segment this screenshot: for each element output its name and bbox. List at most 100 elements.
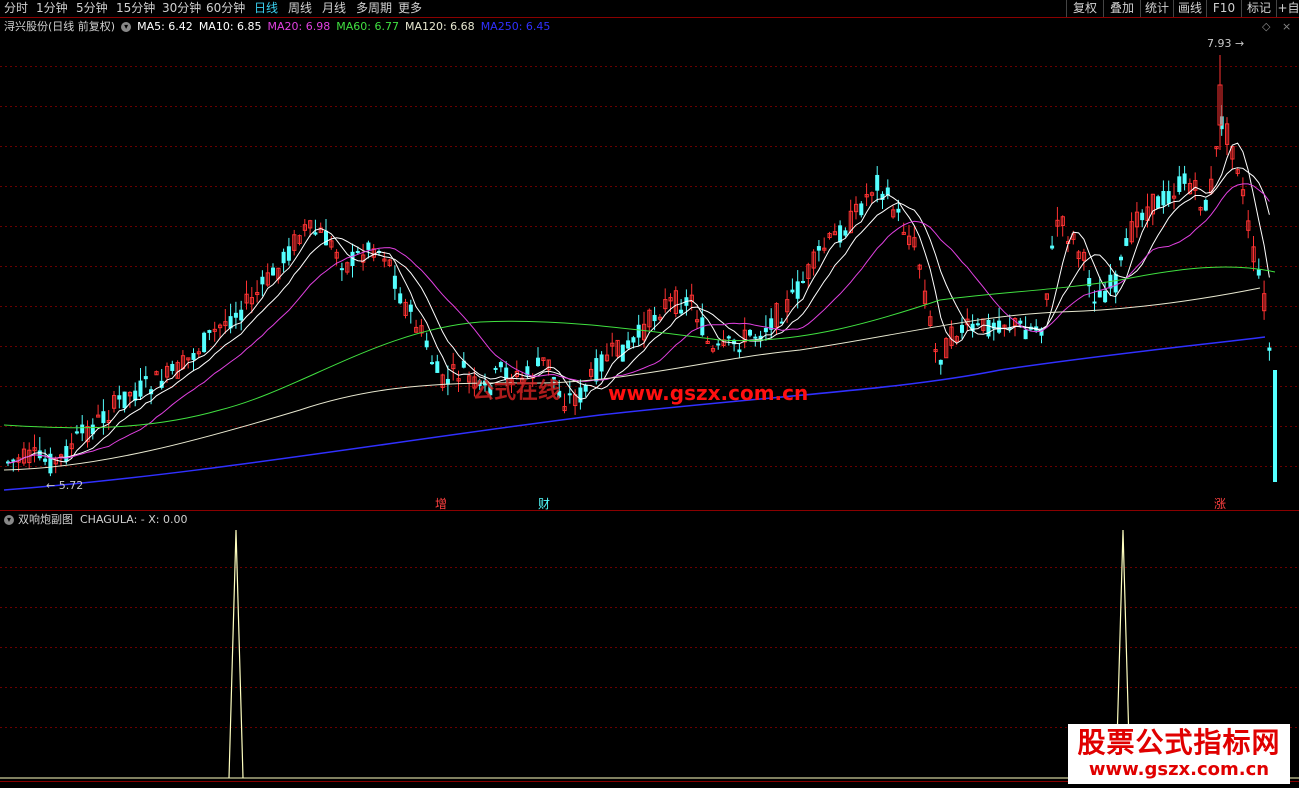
ma5-line bbox=[7, 142, 1270, 464]
watermark-cn: 公式在线 bbox=[472, 379, 561, 404]
low-price-label: ← 5.72 bbox=[46, 479, 84, 492]
candle-body bbox=[430, 362, 434, 365]
candle-body bbox=[286, 246, 291, 261]
candle-body bbox=[281, 251, 286, 264]
candle-body bbox=[37, 450, 42, 459]
candle-body bbox=[64, 446, 69, 462]
candle-body bbox=[1023, 329, 1028, 340]
candle-body bbox=[271, 267, 275, 276]
candle-body bbox=[1103, 290, 1108, 303]
high-price-label: 7.93 → bbox=[1207, 37, 1245, 50]
candle-body bbox=[1050, 245, 1055, 249]
sub-indicator-title[interactable]: 双响炮副图 bbox=[18, 513, 73, 526]
candle-body bbox=[239, 309, 244, 321]
logo-title: 股票公式指标网 bbox=[1077, 726, 1281, 759]
ma-legend-item: MA10: 6.85 bbox=[198, 20, 262, 33]
zhang-marker: 涨 bbox=[1214, 497, 1227, 511]
candle-body bbox=[1092, 301, 1097, 304]
candle-body bbox=[578, 387, 583, 403]
sub-settings-circle-icon[interactable]: ▾ bbox=[4, 515, 14, 525]
candle-body bbox=[1124, 238, 1129, 246]
candle-body bbox=[435, 361, 440, 373]
candle-body bbox=[170, 363, 175, 371]
candle-body bbox=[233, 312, 238, 318]
candle-body bbox=[599, 354, 604, 372]
candle-body bbox=[324, 230, 328, 246]
candle-body bbox=[1119, 256, 1123, 261]
cai-marker: 财 bbox=[538, 497, 551, 511]
candle-body bbox=[207, 330, 212, 333]
candle-body bbox=[43, 458, 48, 462]
sub-indicator-values: CHAGULA: - X: 0.00 bbox=[80, 513, 188, 526]
candle-body bbox=[1267, 347, 1272, 351]
candle-body bbox=[408, 304, 413, 312]
candle-body bbox=[117, 395, 122, 400]
candle-body bbox=[101, 411, 106, 424]
candle-body bbox=[737, 349, 742, 353]
candle-body bbox=[493, 367, 498, 370]
candle-body bbox=[138, 380, 143, 397]
candle-body bbox=[986, 319, 991, 337]
candle-body bbox=[1273, 370, 1277, 482]
candle-body bbox=[716, 343, 721, 346]
candle-body bbox=[1256, 269, 1261, 276]
candle-body bbox=[313, 232, 318, 235]
candle-body bbox=[366, 242, 371, 250]
candle-body bbox=[726, 336, 731, 339]
candle-body bbox=[567, 393, 572, 396]
candle-body bbox=[260, 276, 265, 285]
candle-body bbox=[896, 208, 901, 213]
candle-body bbox=[424, 340, 429, 348]
candle-body bbox=[975, 323, 980, 326]
zeng-marker: 增 bbox=[435, 497, 448, 511]
sub-legend: ▾ 双响炮副图 CHAGULA: - X: 0.00 bbox=[4, 512, 187, 528]
candle-body bbox=[960, 324, 964, 333]
candle-body bbox=[748, 329, 752, 336]
ma120-line bbox=[3, 287, 1261, 471]
candle-body bbox=[636, 324, 641, 338]
candle-body bbox=[626, 340, 631, 349]
candle-body bbox=[790, 289, 795, 293]
candle-body bbox=[816, 246, 821, 251]
candle-body bbox=[795, 281, 800, 299]
candle-body bbox=[498, 362, 503, 368]
candle-body bbox=[631, 337, 636, 343]
candle-body bbox=[1140, 212, 1145, 221]
candle-body bbox=[339, 268, 344, 271]
ma-legend-item: MA250: 6.45 bbox=[480, 20, 551, 33]
settings-circle-icon[interactable]: ▾ bbox=[121, 22, 132, 32]
candle-body bbox=[652, 314, 657, 322]
candle-body bbox=[583, 384, 588, 392]
candle-body bbox=[843, 230, 848, 236]
watermark-url: www.gszx.com.cn bbox=[608, 381, 809, 405]
candle-body bbox=[885, 187, 890, 196]
close-icon[interactable]: × bbox=[1282, 19, 1291, 35]
candle-body bbox=[74, 431, 79, 434]
candle-body bbox=[679, 309, 684, 314]
ma-legend-item: MA60: 6.77 bbox=[336, 20, 399, 33]
ma-legend-item: MA20: 6.98 bbox=[267, 20, 331, 33]
candle-body bbox=[1161, 190, 1166, 206]
candle-body bbox=[1182, 173, 1187, 184]
site-logo: 股票公式指标网 www.gszx.com.cn bbox=[1068, 724, 1290, 784]
candle-body bbox=[1156, 196, 1161, 209]
diamond-icon[interactable]: ◇ bbox=[1262, 19, 1270, 35]
candle-body bbox=[191, 353, 196, 360]
candle-body bbox=[536, 357, 540, 367]
candle-body bbox=[1113, 273, 1118, 293]
candle-body bbox=[801, 280, 805, 283]
candle-body bbox=[1177, 176, 1182, 192]
candle-body bbox=[398, 293, 403, 304]
candle-body bbox=[753, 336, 758, 339]
candle-body bbox=[763, 327, 768, 333]
candle-body bbox=[1166, 191, 1171, 204]
candle-body bbox=[392, 275, 397, 289]
stock-title[interactable]: 浔兴股份(日线 前复权) bbox=[4, 20, 115, 33]
candle-body bbox=[143, 376, 148, 380]
candle-body bbox=[202, 332, 207, 353]
candle-body bbox=[997, 320, 1002, 333]
candle-body bbox=[938, 359, 943, 365]
candle-body bbox=[1203, 199, 1208, 211]
ma-legend-item: MA120: 6.68 bbox=[404, 20, 475, 33]
ma-legend-item: MA5: 6.42 bbox=[137, 20, 193, 33]
